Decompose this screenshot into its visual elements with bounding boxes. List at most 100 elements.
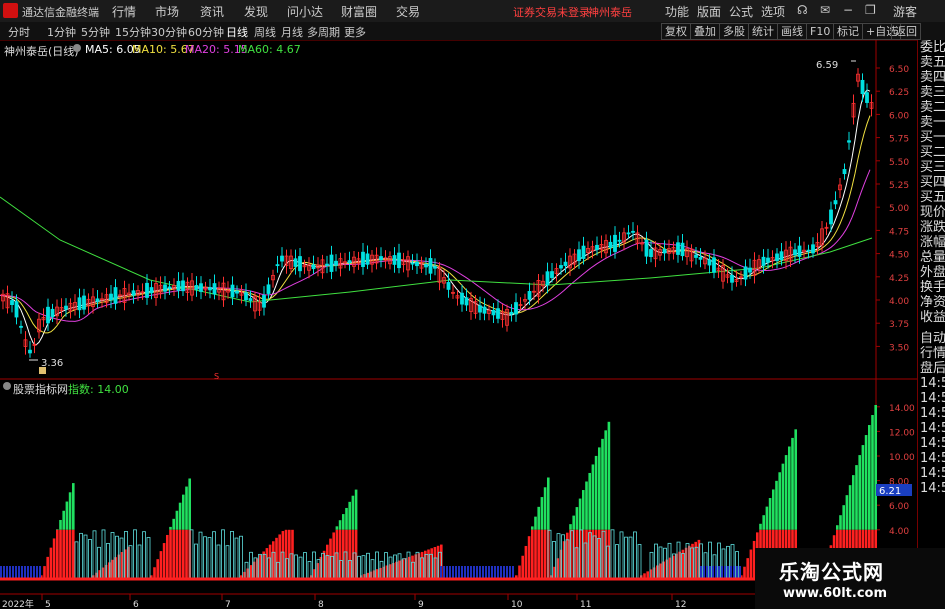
ind-bar-green <box>578 498 582 530</box>
multi-stock-button[interactable]: 多股 <box>719 23 749 40</box>
ind-baseline-bar <box>718 566 720 578</box>
period-30min[interactable]: 30分钟 <box>151 24 187 40</box>
y-tick-label: 4.75 <box>889 227 909 237</box>
ind-bar-cyan <box>234 537 239 580</box>
ind-bar-red <box>345 529 348 579</box>
menu-wealth[interactable]: 财富圈 <box>341 3 377 20</box>
candle-body <box>559 265 563 269</box>
message-icon[interactable]: ✉ <box>820 3 830 17</box>
main-chart-title: 神州泰岳(日线) <box>4 45 79 58</box>
chart-area[interactable]: 6.50 6.25 6.00 5.75 5.50 5.25 5.00 4.75 4.50 4.25… <box>0 40 917 609</box>
menu-ask[interactable]: 问小达 <box>287 3 323 20</box>
y-tick-label: 3.75 <box>889 320 909 330</box>
ind-baseline-bar <box>18 566 20 578</box>
mark-button[interactable]: 标记 <box>833 23 863 40</box>
period-more[interactable]: 更多 <box>344 24 366 40</box>
candle-body <box>379 256 383 261</box>
menu-options[interactable]: 选项 <box>761 3 785 20</box>
menu-formula[interactable]: 公式 <box>729 3 753 20</box>
period-15min[interactable]: 15分钟 <box>115 24 151 40</box>
candle-body <box>694 254 698 258</box>
ind-baseline-bar <box>33 566 35 578</box>
ind-bar-red <box>746 558 749 579</box>
ind-baseline-bar <box>12 566 14 578</box>
candle-body <box>460 292 464 305</box>
draw-button[interactable]: 画线 <box>777 23 807 40</box>
ind-bar-red <box>521 555 524 579</box>
ind-baseline-bar <box>485 566 487 578</box>
menu-quotes[interactable]: 行情 <box>112 3 136 20</box>
y-tick-label: 6.25 <box>889 88 909 98</box>
event-marker-icon[interactable] <box>39 367 46 374</box>
period-monthly[interactable]: 月线 <box>281 24 303 40</box>
ind-bar-green <box>178 502 182 530</box>
ind-bar-green <box>585 481 588 530</box>
ind-bar-cyan <box>619 531 624 580</box>
candle-body <box>235 290 239 294</box>
ind-bar-red <box>156 559 159 579</box>
ind-bar-green <box>858 455 861 530</box>
period-multi[interactable]: 多周期 <box>307 24 340 40</box>
ind-bar-red <box>49 547 53 579</box>
candle-body <box>509 311 514 315</box>
stock-tab[interactable]: 神州泰岳 <box>588 4 632 20</box>
ind-baseline-bar <box>470 566 472 578</box>
stats-button[interactable]: 统计 <box>748 23 778 40</box>
restore-icon[interactable]: ❐ <box>865 3 876 17</box>
minimize-icon[interactable]: − <box>843 3 853 17</box>
menu-function[interactable]: 功能 <box>665 3 689 20</box>
login-warning[interactable]: 证券交易未登录 <box>513 4 590 20</box>
period-tick[interactable]: 分时 <box>8 24 30 40</box>
ind-baseline-bar <box>700 566 702 578</box>
ind-bar-red <box>56 529 59 579</box>
period-1min[interactable]: 1分钟 <box>47 24 76 40</box>
menu-trade[interactable]: 交易 <box>396 3 420 20</box>
ind-baseline-bar <box>455 566 457 578</box>
y-tick-label: 6.50 <box>889 65 909 75</box>
ind-baseline-bar <box>739 566 741 578</box>
guest-label[interactable]: 游客 <box>893 3 917 20</box>
ma-line <box>0 115 871 334</box>
headset-icon[interactable]: ☊ <box>797 3 808 17</box>
period-weekly[interactable]: 周线 <box>254 24 276 40</box>
ind-bar-red <box>585 529 588 579</box>
ind-bar-green <box>852 475 855 530</box>
candle-body <box>248 298 253 301</box>
menu-news[interactable]: 资讯 <box>200 3 224 20</box>
back-button[interactable]: 返回 <box>891 23 921 40</box>
ind-bar-green <box>864 435 868 530</box>
y-tick-label: 4.25 <box>889 274 909 284</box>
panel-label: 买四 <box>920 175 945 190</box>
indicator-settings-icon[interactable] <box>3 382 11 390</box>
menu-layout[interactable]: 版面 <box>697 3 721 20</box>
overlay-button[interactable]: 叠加 <box>690 23 720 40</box>
y-tick-label: 5.50 <box>889 158 909 168</box>
ind-baseline-bar <box>3 566 5 578</box>
menu-discover[interactable]: 发现 <box>244 3 268 20</box>
adjust-button[interactable]: 复权 <box>661 23 691 40</box>
ind-bar-red <box>527 536 531 579</box>
ind-y-tick-label: 10.00 <box>889 453 915 463</box>
candle-body <box>676 242 680 255</box>
ind-bar-red <box>182 529 185 579</box>
candle-body <box>446 282 451 290</box>
ind-bar-cyan <box>615 544 619 580</box>
panel-label: 净资 <box>920 295 945 310</box>
period-daily[interactable]: 日线 <box>226 24 248 40</box>
ind-bar-green <box>188 478 191 530</box>
period-60min[interactable]: 60分钟 <box>188 24 224 40</box>
ind-bar-red <box>562 541 566 579</box>
f10-button[interactable]: F10 <box>806 23 835 40</box>
settings-icon[interactable] <box>73 44 81 52</box>
ind-baseline-bar <box>497 566 499 578</box>
ind-baseline-bar <box>467 566 469 578</box>
candle-body <box>779 251 784 261</box>
ind-bar-cyan <box>221 529 225 580</box>
period-5min[interactable]: 5分钟 <box>81 24 110 40</box>
ind-bar-cyan <box>216 544 221 580</box>
ind-bar-green <box>607 421 611 530</box>
ind-baseline-bar <box>488 566 490 578</box>
menu-market[interactable]: 市场 <box>155 3 179 20</box>
candle-body <box>149 287 154 294</box>
ind-baseline-bar <box>503 566 505 578</box>
